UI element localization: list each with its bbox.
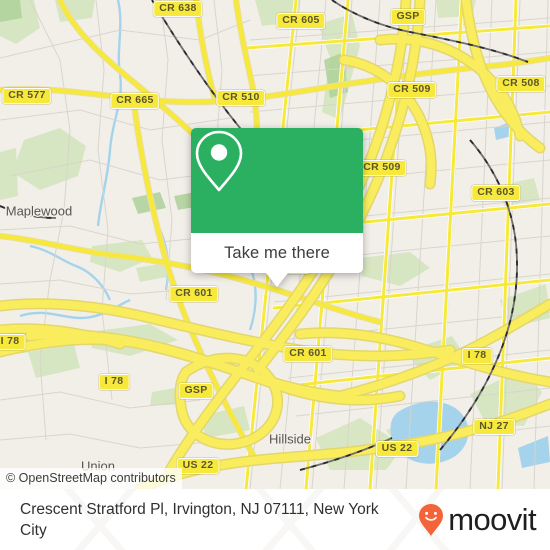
address-text: Crescent Stratford Pl, Irvington, NJ 071… bbox=[20, 500, 379, 539]
road-shield: CR 601 bbox=[283, 346, 333, 362]
road-shield: CR 665 bbox=[110, 93, 160, 109]
road-shield: CR 509 bbox=[387, 82, 437, 98]
road-shield: CR 605 bbox=[276, 13, 326, 29]
footer-bar: Crescent Stratford Pl, Irvington, NJ 071… bbox=[0, 489, 550, 550]
road-shield: CR 638 bbox=[153, 1, 203, 17]
road-shield: CR 510 bbox=[216, 90, 266, 106]
road-shield: GSP bbox=[178, 383, 214, 399]
take-me-there-label: Take me there bbox=[224, 243, 330, 262]
moovit-pin-smile-icon bbox=[419, 503, 444, 536]
popup-action-bar[interactable]: Take me there bbox=[191, 233, 363, 273]
road-shield: CR 603 bbox=[471, 185, 521, 201]
road-shield: NJ 27 bbox=[473, 419, 515, 435]
map-pin-icon bbox=[195, 130, 243, 192]
map-screenshot: CR 638 CR 605 GSP CR 577 CR 665 CR 510 C… bbox=[0, 0, 550, 550]
road-shield: CR 509 bbox=[357, 160, 407, 176]
map-canvas[interactable]: CR 638 CR 605 GSP CR 577 CR 665 CR 510 C… bbox=[0, 0, 550, 489]
road-shield: I 78 bbox=[461, 348, 493, 364]
popup-header bbox=[191, 128, 363, 233]
moovit-wordmark: moovit bbox=[448, 502, 536, 537]
road-shield: US 22 bbox=[176, 458, 220, 474]
place-label-maplewood: Maplewood bbox=[5, 203, 73, 219]
destination-popup-card[interactable]: Take me there bbox=[191, 128, 363, 287]
road-shield: CR 577 bbox=[2, 88, 52, 104]
place-label-hillside: Hillside bbox=[269, 431, 311, 447]
road-shield: CR 508 bbox=[496, 76, 546, 92]
road-shield: I 78 bbox=[98, 374, 130, 390]
popup-tail-pointer bbox=[266, 273, 288, 287]
road-shield: I 78 bbox=[0, 334, 26, 350]
road-shield: US 22 bbox=[375, 441, 419, 457]
road-shield: GSP bbox=[390, 9, 426, 25]
road-shield: CR 601 bbox=[169, 286, 219, 302]
moovit-logo[interactable]: moovit bbox=[418, 502, 537, 537]
osm-attribution[interactable]: © OpenStreetMap contributors bbox=[0, 468, 182, 489]
